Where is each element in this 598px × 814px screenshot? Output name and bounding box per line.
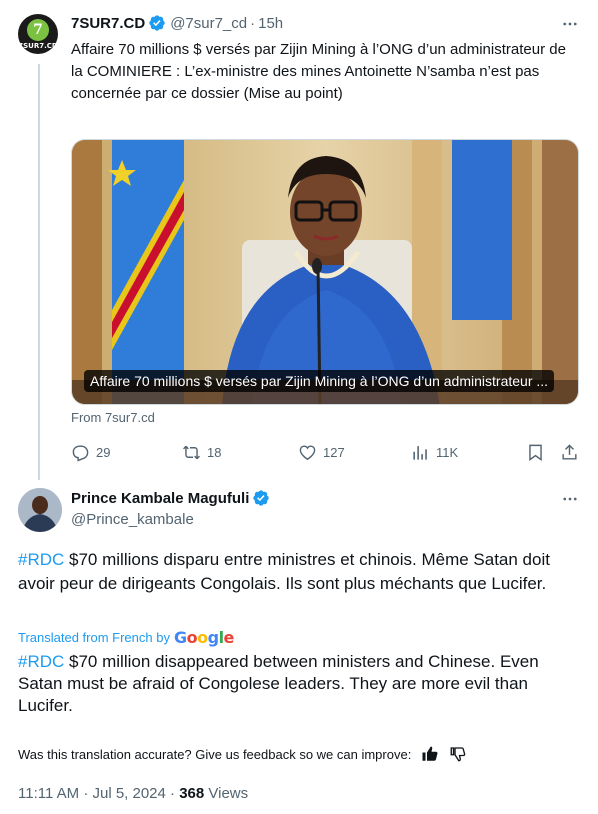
- more-icon[interactable]: [560, 489, 580, 509]
- main-handle[interactable]: @Prince_kambale: [71, 511, 194, 528]
- main-tweet-translated-text: #RDC $70 million disappeared between min…: [18, 651, 583, 717]
- media-source-link[interactable]: From 7sur7.cd: [71, 410, 155, 425]
- more-icon[interactable]: [560, 14, 580, 34]
- logo-text: 7SUR7.CD: [18, 41, 58, 50]
- thread-connector-line: [38, 64, 40, 480]
- reply-count: 29: [96, 444, 111, 460]
- parent-tweet-header: 7SUR7.CD @7sur7_cd · 15h: [71, 14, 283, 32]
- tweet-timestamp[interactable]: 11:11 AM · Jul 5, 2024 ·: [18, 785, 179, 802]
- hashtag-link[interactable]: #RDC: [18, 550, 64, 569]
- parent-tweet-text: Affaire 70 millions $ versés par Zijin M…: [71, 41, 566, 102]
- main-tweet-original-text: #RDC $70 millions disparu entre ministre…: [18, 548, 583, 596]
- views-count: 368: [179, 785, 205, 802]
- translated-text-body: $70 million disappeared between minister…: [18, 652, 539, 715]
- like-icon: [299, 444, 316, 460]
- thumbs-down-icon[interactable]: [449, 745, 467, 763]
- share-icon: [562, 443, 577, 460]
- bookmark-icon: [529, 444, 542, 461]
- media-caption: Affaire 70 millions $ versés par Zijin M…: [84, 370, 555, 392]
- main-author-name-row: Prince Kambale Magufuli: [71, 489, 270, 507]
- avatar-prince-kambale[interactable]: [18, 488, 62, 532]
- parent-author-name[interactable]: 7SUR7.CD: [71, 15, 145, 32]
- bookmark-button[interactable]: [526, 443, 551, 462]
- parent-handle[interactable]: @7sur7_cd: [170, 15, 247, 32]
- separator-dot: ·: [250, 14, 256, 32]
- avatar-7sur7[interactable]: 7 7SUR7.CD: [18, 14, 58, 54]
- thumbs-up-icon[interactable]: [421, 745, 439, 763]
- like-button[interactable]: 127: [298, 443, 345, 462]
- retweet-button[interactable]: 18: [182, 443, 221, 462]
- like-count: 127: [323, 444, 345, 460]
- retweet-count: 18: [207, 444, 222, 460]
- parent-action-bar: 29 18 127 11K: [71, 440, 583, 464]
- views-icon: [413, 445, 427, 460]
- tweet-meta: 11:11 AM · Jul 5, 2024 · 368 Views: [18, 785, 248, 802]
- news-photo: [72, 140, 578, 404]
- hashtag-link[interactable]: #RDC: [18, 652, 64, 671]
- feedback-prompt: Was this translation accurate? Give us f…: [18, 746, 412, 762]
- verified-badge-icon: [149, 15, 165, 31]
- reply-icon: [72, 444, 89, 461]
- translated-label-text: Translated from French by: [18, 630, 170, 645]
- avatar-photo: [18, 488, 62, 532]
- verified-badge-icon: [253, 490, 270, 506]
- media-card[interactable]: Affaire 70 millions $ versés par Zijin M…: [71, 139, 579, 405]
- retweet-icon: [183, 445, 200, 459]
- reply-button[interactable]: 29: [71, 443, 110, 462]
- share-button[interactable]: [560, 443, 585, 462]
- views-button[interactable]: 11K: [411, 443, 458, 462]
- google-logo: Google: [173, 628, 234, 647]
- translated-by-label[interactable]: Translated from French by Google: [18, 628, 234, 647]
- translation-feedback: Was this translation accurate? Give us f…: [18, 745, 467, 763]
- logo-mark: 7: [27, 18, 49, 41]
- original-text-body: $70 millions disparu entre ministres et …: [18, 550, 550, 593]
- parent-timestamp[interactable]: 15h: [258, 15, 283, 32]
- main-author-name[interactable]: Prince Kambale Magufuli: [71, 490, 249, 507]
- views-label: Views: [204, 785, 249, 802]
- view-count: 11K: [436, 444, 459, 460]
